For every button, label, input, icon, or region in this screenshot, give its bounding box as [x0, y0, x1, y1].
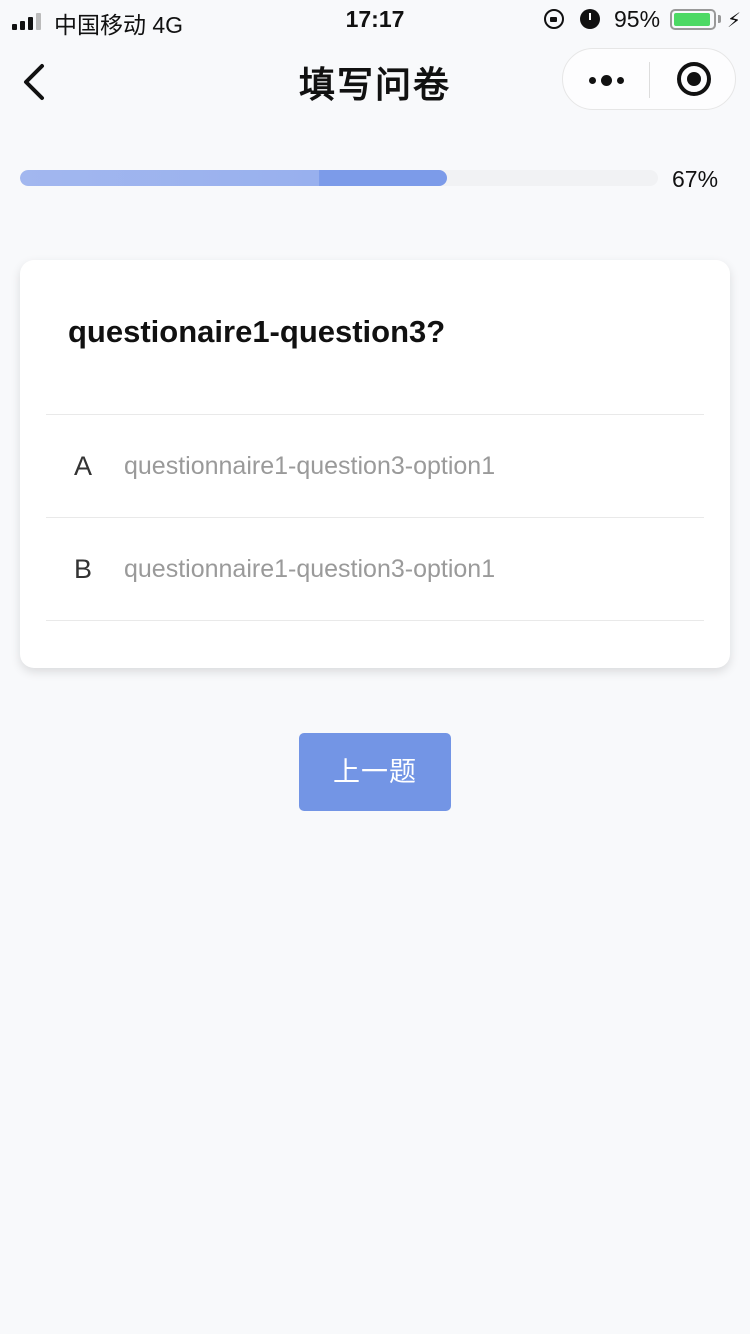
alarm-icon — [580, 9, 600, 29]
battery-percent: 95% — [614, 6, 661, 32]
option-a[interactable]: A questionnaire1-question3-option1 — [46, 415, 704, 517]
orientation-lock-icon — [544, 9, 564, 29]
question-title: questionaire1-question3? — [68, 314, 446, 349]
progress-bar — [20, 170, 658, 186]
progress-percent: 67% — [672, 166, 719, 192]
battery-fill — [674, 13, 711, 26]
charging-icon: ⚡ — [727, 10, 742, 32]
divider — [46, 620, 704, 621]
target-dot — [687, 72, 701, 86]
option-b[interactable]: B questionnaire1-question3-option1 — [46, 518, 704, 620]
previous-question-button[interactable]: 上一题 — [299, 733, 451, 811]
progress-fill — [20, 170, 448, 186]
option-letter: A — [74, 451, 93, 481]
close-miniprogram-button[interactable] — [651, 49, 737, 109]
navigation-bar: 填写问卷 — [0, 40, 750, 128]
more-button[interactable] — [563, 49, 649, 109]
capsule-divider — [649, 62, 650, 98]
battery-icon — [670, 9, 716, 30]
option-text: questionnaire1-question3-option1 — [124, 555, 496, 583]
battery-tip — [718, 15, 721, 23]
more-dots-icon — [589, 75, 624, 86]
option-text: questionnaire1-question3-option1 — [124, 452, 496, 480]
status-bar: 中国移动 4G 17:17 95% ⚡ — [0, 0, 750, 40]
mini-program-capsule — [562, 48, 736, 110]
question-card: questionaire1-question3? A questionnaire… — [20, 260, 730, 668]
option-letter: B — [74, 554, 93, 584]
